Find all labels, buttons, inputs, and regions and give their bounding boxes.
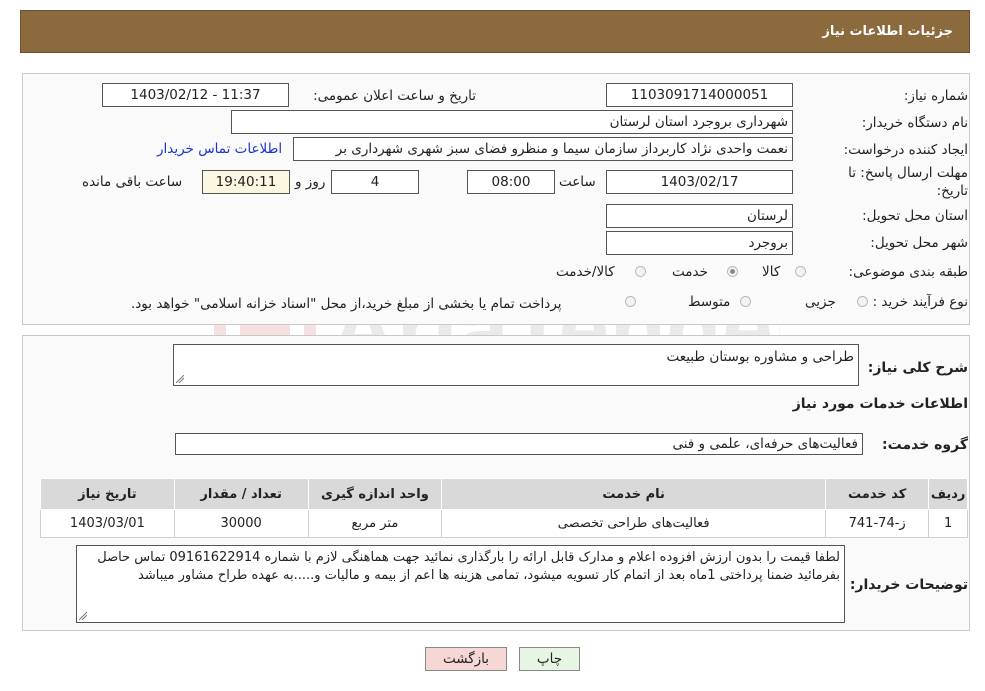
col-unit: واحد اندازه گیری: [307, 478, 443, 510]
deadline-label-line2: تاریخ:: [936, 183, 968, 199]
services-table: ردیف کد خدمت نام خدمت واحد اندازه گیری ت…: [40, 478, 968, 538]
col-quantity: تعداد / مقدار: [173, 478, 309, 510]
col-service-name: نام خدمت: [441, 478, 827, 510]
summary-text: طراحی و مشاوره بوستان طبیعت: [666, 349, 854, 365]
category-goods-radio[interactable]: [795, 266, 806, 277]
cell-service-code: ز-74-741: [825, 509, 930, 538]
deadline-date-field: 1403/02/17: [606, 170, 793, 194]
deadline-time-field: 08:00: [467, 170, 555, 194]
buyer-notes-text: لطفا قیمت را بدون ارزش افزوده اعلام و مد…: [97, 550, 840, 583]
remaining-time-label: ساعت باقی مانده: [82, 174, 183, 190]
province-field: لرستان: [606, 204, 793, 228]
table-row: 1 ز-74-741 فعالیت‌های طراحی تخصصی متر مر…: [40, 509, 968, 538]
need-number-label: شماره نیاز:: [903, 88, 968, 104]
page-title: جزئیات اطلاعات نیاز: [822, 24, 953, 39]
summary-textarea[interactable]: طراحی و مشاوره بوستان طبیعت: [173, 344, 859, 386]
cell-need-date: 1403/03/01: [40, 509, 175, 538]
service-group-field: فعالیت‌های حرفه‌ای، علمی و فنی: [175, 433, 863, 455]
resize-handle-icon[interactable]: [79, 612, 87, 620]
service-group-label: گروه خدمت:: [882, 437, 968, 453]
process-type-label: نوع فرآیند خرید :: [872, 294, 968, 310]
back-button[interactable]: بازگشت: [425, 647, 507, 671]
resize-handle-icon[interactable]: [176, 375, 184, 383]
days-remaining-field: 4: [331, 170, 419, 194]
category-goods-label: کالا: [762, 264, 781, 280]
col-need-date: تاریخ نیاز: [40, 478, 175, 510]
city-label: شهر محل تحویل:: [870, 235, 968, 251]
table-header-row: ردیف کد خدمت نام خدمت واحد اندازه گیری ت…: [40, 478, 968, 510]
remaining-time-field: 19:40:11: [202, 170, 290, 194]
category-goods-service-label: کالا/خدمت: [556, 264, 615, 280]
cell-quantity: 30000: [173, 509, 309, 538]
cell-service-name: فعالیت‌های طراحی تخصصی: [441, 509, 827, 538]
summary-label: شرح کلی نیاز:: [867, 360, 968, 376]
province-label: استان محل تحویل:: [862, 208, 968, 224]
category-service-label: خدمت: [672, 264, 708, 280]
process-minor-label: جزیی: [805, 294, 836, 310]
process-minor-radio[interactable]: [857, 296, 868, 307]
announce-field: 1403/02/12 - 11:37: [102, 83, 289, 107]
print-button[interactable]: چاپ: [519, 647, 580, 671]
buyer-notes-label: توضیحات خریدار:: [849, 577, 968, 593]
city-field: بروجرد: [606, 231, 793, 255]
col-row-number: ردیف: [928, 478, 968, 510]
page-header: جزئیات اطلاعات نیاز: [20, 10, 970, 53]
deadline-time-label: ساعت: [559, 174, 596, 190]
creator-field: نعمت واحدی نژاد کاربرداز سازمان سیما و م…: [293, 137, 793, 161]
process-medium-label: متوسط: [688, 294, 731, 310]
buyer-notes-textarea[interactable]: لطفا قیمت را بدون ارزش افزوده اعلام و مد…: [76, 545, 845, 623]
cell-row-number: 1: [928, 509, 968, 538]
category-goods-service-radio[interactable]: [635, 266, 646, 277]
process-medium-radio[interactable]: [740, 296, 751, 307]
col-service-code: کد خدمت: [825, 478, 930, 510]
category-label: طبقه بندی موضوعی:: [848, 264, 968, 280]
category-service-radio[interactable]: [727, 266, 738, 277]
cell-unit: متر مربع: [307, 509, 443, 538]
creator-label: ایجاد کننده درخواست:: [843, 142, 968, 158]
treasury-payment-checkbox[interactable]: [625, 296, 636, 307]
payment-note: پرداخت تمام یا بخشی از مبلغ خرید،از محل …: [131, 296, 562, 312]
days-label: روز و: [295, 174, 326, 190]
services-title: اطلاعات خدمات مورد نیاز: [792, 396, 968, 412]
deadline-label-line1: مهلت ارسال پاسخ: تا: [848, 165, 968, 181]
announce-label: تاریخ و ساعت اعلان عمومی:: [313, 88, 476, 104]
buyer-contact-link[interactable]: اطلاعات تماس خریدار: [157, 141, 282, 157]
need-number-field: 1103091714000051: [606, 83, 793, 107]
buyer-label: نام دستگاه خریدار:: [861, 115, 968, 131]
buyer-field: شهرداری بروجرد استان لرستان: [231, 110, 793, 134]
